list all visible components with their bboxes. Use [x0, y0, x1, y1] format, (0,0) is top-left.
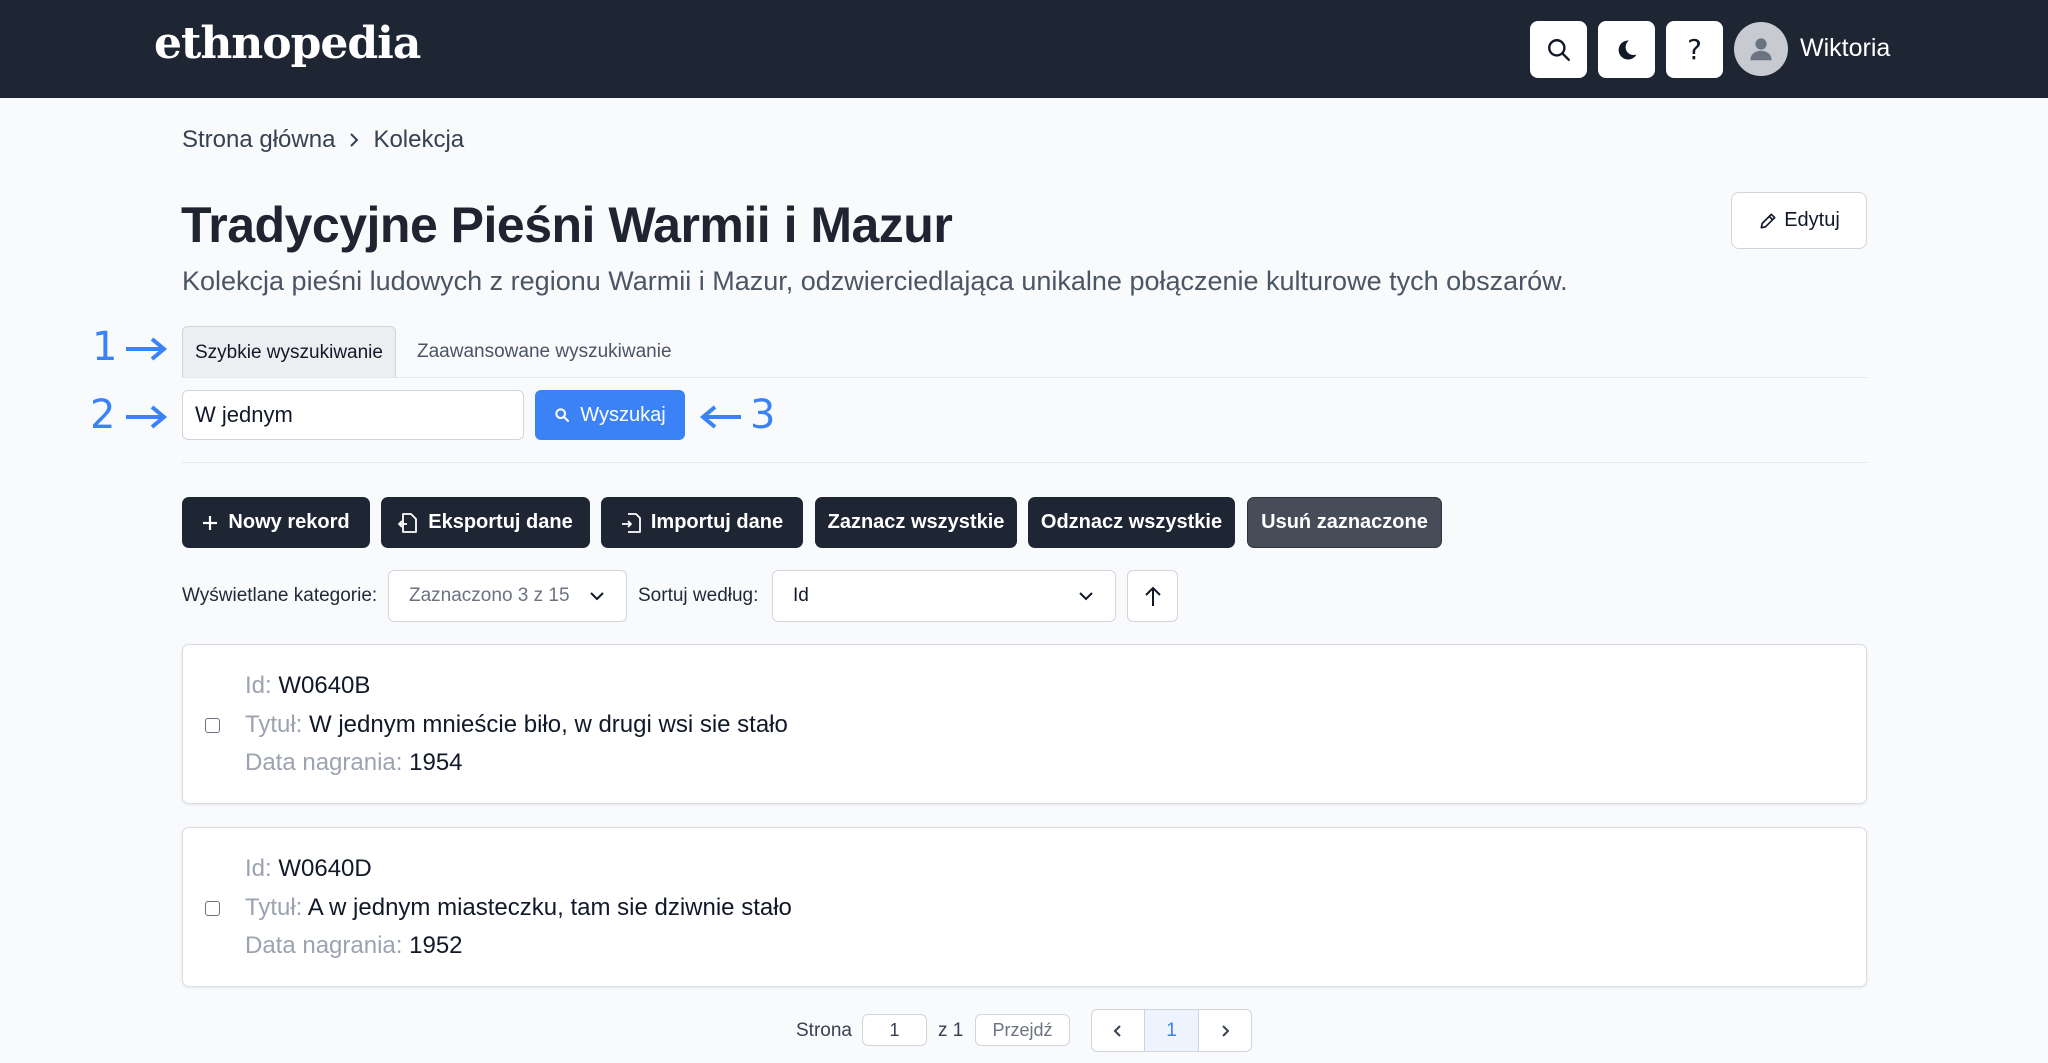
import-data-button[interactable]: Importuj dane [601, 497, 803, 548]
record-title-value: W jednym mnieście biło, w drugi wsi sie … [309, 711, 788, 738]
user-name[interactable]: Wiktoria [1800, 34, 1890, 63]
tab-quick-search[interactable]: Szybkie wyszukiwanie [182, 326, 396, 378]
record-title: Tytuł: A w jednym miasteczku, tam sie dz… [245, 894, 792, 922]
top-navbar: ethnopedia ? Wiktoria [0, 0, 2048, 98]
breadcrumb-home[interactable]: Strona główna [182, 126, 335, 154]
search-button[interactable] [1530, 21, 1587, 78]
record-id-label: Id: [245, 672, 272, 699]
edit-button[interactable]: Edytuj [1731, 192, 1867, 249]
record-id: Id: W0640B [245, 672, 370, 700]
arrow-up-icon [1144, 586, 1161, 606]
deselect-all-button[interactable]: Odznacz wszystkie [1028, 497, 1235, 548]
arrow-left-icon [699, 405, 741, 429]
search-submit-label: Wyszukaj [580, 403, 666, 426]
search-divider [182, 462, 1867, 463]
sort-label: Sortuj według: [638, 585, 759, 606]
record-checkbox[interactable] [205, 901, 220, 916]
tab-advanced-search[interactable]: Zaawansowane wyszukiwanie [417, 326, 672, 378]
record-id-label: Id: [245, 855, 272, 882]
tab-divider [182, 377, 1867, 378]
export-icon [398, 512, 418, 533]
prev-page-button[interactable] [1092, 1010, 1144, 1051]
help-button[interactable]: ? [1666, 21, 1723, 78]
sort-select[interactable]: Id [772, 570, 1116, 622]
search-icon [555, 408, 570, 422]
pagination-total-label: z 1 [938, 1020, 964, 1041]
next-page-button[interactable] [1199, 1010, 1251, 1051]
chevron-right-icon [350, 133, 359, 147]
record-date: Data nagrania: 1954 [245, 749, 463, 777]
record-id-value: W0640B [278, 672, 371, 699]
sort-direction-button[interactable] [1127, 570, 1178, 622]
chevron-left-icon [1113, 1024, 1121, 1037]
plus-icon [203, 515, 218, 530]
export-data-button[interactable]: Eksportuj dane [381, 497, 590, 548]
categories-select[interactable]: Zaznaczono 3 z 15 [388, 570, 627, 622]
annotation-number-3: 3 [750, 392, 776, 438]
record-date-label: Data nagrania: [245, 932, 403, 959]
record-title-value: A w jednym miasteczku, tam sie dziwnie s… [307, 894, 792, 921]
user-icon [1750, 38, 1772, 61]
help-icon: ? [1687, 33, 1702, 66]
record-date-value: 1954 [409, 749, 463, 776]
app-logo[interactable]: ethnopedia [154, 18, 421, 69]
record-title-label: Tytuł: [245, 894, 303, 921]
sort-select-value: Id [793, 585, 809, 606]
record-id: Id: W0640D [245, 855, 372, 883]
page-1-button[interactable]: 1 [1144, 1010, 1199, 1051]
chevron-right-icon [1222, 1024, 1230, 1037]
chevron-down-icon [1079, 592, 1093, 601]
export-data-label: Eksportuj dane [428, 511, 573, 533]
import-icon [621, 512, 641, 533]
page-title: Tradycyjne Pieśni Warmii i Mazur [181, 197, 953, 253]
record-title-label: Tytuł: [245, 711, 303, 738]
breadcrumb: Strona główna Kolekcja [182, 126, 464, 154]
categories-label: Wyświetlane kategorie: [182, 585, 378, 606]
record-title: Tytuł: W jednym mnieście biło, w drugi w… [245, 711, 788, 739]
pagination-page-label: Strona [796, 1020, 852, 1041]
categories-select-value: Zaznaczono 3 z 15 [409, 585, 570, 606]
record-card[interactable]: Id: W0640D Tytuł: A w jednym miasteczku,… [182, 827, 1867, 987]
annotation-number-2: 2 [90, 392, 116, 438]
moon-icon [1618, 39, 1636, 59]
collection-description: Kolekcja pieśni ludowych z regionu Warmi… [182, 266, 1568, 296]
arrow-right-icon [126, 337, 168, 361]
record-date: Data nagrania: 1952 [245, 932, 463, 960]
arrow-right-icon [126, 405, 168, 429]
record-date-value: 1952 [409, 932, 463, 959]
record-card[interactable]: Id: W0640B Tytuł: W jednym mnieście biło… [182, 644, 1867, 804]
user-avatar[interactable] [1734, 22, 1788, 76]
dark-mode-toggle[interactable] [1598, 21, 1655, 78]
select-all-button[interactable]: Zaznacz wszystkie [815, 497, 1017, 548]
edit-button-label: Edytuj [1784, 209, 1840, 231]
pager: 1 [1091, 1009, 1252, 1052]
record-id-value: W0640D [278, 855, 372, 882]
import-data-label: Importuj dane [650, 511, 784, 533]
annotation-number-1: 1 [92, 324, 118, 370]
chevron-down-icon [590, 592, 604, 601]
delete-selected-button[interactable]: Usuń zaznaczone [1247, 497, 1442, 548]
page-number-input[interactable] [862, 1014, 927, 1046]
search-input[interactable] [182, 390, 524, 440]
search-icon [1547, 38, 1570, 61]
new-record-label: Nowy rekord [228, 511, 350, 533]
new-record-button[interactable]: Nowy rekord [182, 497, 370, 548]
search-submit-button[interactable]: Wyszukaj [535, 390, 685, 440]
pencil-icon [1760, 213, 1776, 228]
go-to-page-button[interactable]: Przejdź [975, 1014, 1070, 1046]
breadcrumb-collection[interactable]: Kolekcja [373, 126, 464, 154]
record-checkbox[interactable] [205, 718, 220, 733]
record-date-label: Data nagrania: [245, 749, 403, 776]
